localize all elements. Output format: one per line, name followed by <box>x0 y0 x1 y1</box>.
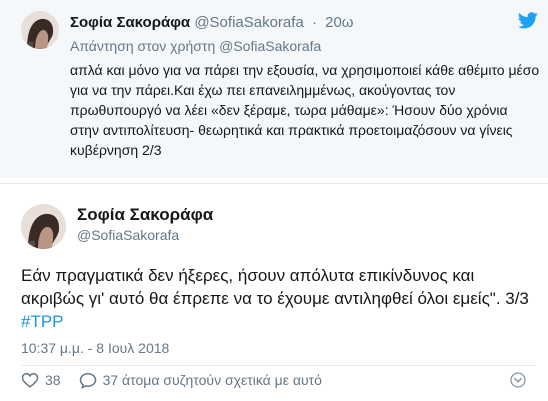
hashtag-link[interactable]: #TPP <box>21 312 64 331</box>
reply-tweet-text: απλά και μόνο για να πάρει την εξουσία, … <box>70 62 540 158</box>
chevron-down-circle-icon[interactable] <box>510 372 526 388</box>
conversation-button[interactable]: 37 άτομα συζητούν σχετικά με αυτό <box>79 372 322 389</box>
reply-author-name[interactable]: Σοφία Σακοράφα <box>70 14 190 31</box>
like-count: 38 <box>45 372 61 388</box>
twitter-bird-icon[interactable] <box>518 12 538 29</box>
replying-handle-link[interactable]: @SofiaSakorafa <box>219 38 321 54</box>
like-button[interactable]: 38 <box>21 372 61 388</box>
main-author-name[interactable]: Σοφία Σακοράφα <box>77 205 213 225</box>
main-avatar[interactable] <box>21 204 66 249</box>
reply-time[interactable]: 20ω <box>325 14 353 31</box>
main-tweet-body: Εάν πραγματικά δεν ήξερες, ήσουν απόλυτα… <box>21 266 529 308</box>
separator-dot: · <box>311 14 317 31</box>
replying-to: Απάντηση στον χρήστη @SofiaSakorafa <box>70 38 321 55</box>
replying-prefix: Απάντηση στον χρήστη <box>70 38 216 54</box>
main-tweet-text: Εάν πραγματικά δεν ήξερες, ήσουν απόλυτα… <box>21 264 536 333</box>
heart-icon <box>21 372 39 388</box>
main-tweet: Σοφία Σακοράφα @SofiaSakorafa Εάν πραγμα… <box>0 184 548 401</box>
tweet-timestamp[interactable]: 10:37 μ.μ. - 8 Ιουλ 2018 <box>21 340 169 357</box>
speech-bubble-icon <box>79 372 96 389</box>
reply-header: Σοφία Σακοράφα @SofiaSakorafa · 20ω <box>70 14 354 32</box>
reply-tweet[interactable]: Σοφία Σακοράφα @SofiaSakorafa · 20ω Απάν… <box>0 0 548 178</box>
reply-author-handle[interactable]: @SofiaSakorafa <box>194 14 303 31</box>
conversation-label: 37 άτομα συζητούν σχετικά με αυτό <box>102 372 322 388</box>
actions-separator <box>21 365 536 366</box>
main-author-handle[interactable]: @SofiaSakorafa <box>77 227 179 244</box>
tweet-actions: 38 37 άτομα συζητούν σχετικά με αυτό <box>21 369 322 391</box>
reply-avatar[interactable] <box>21 11 59 49</box>
